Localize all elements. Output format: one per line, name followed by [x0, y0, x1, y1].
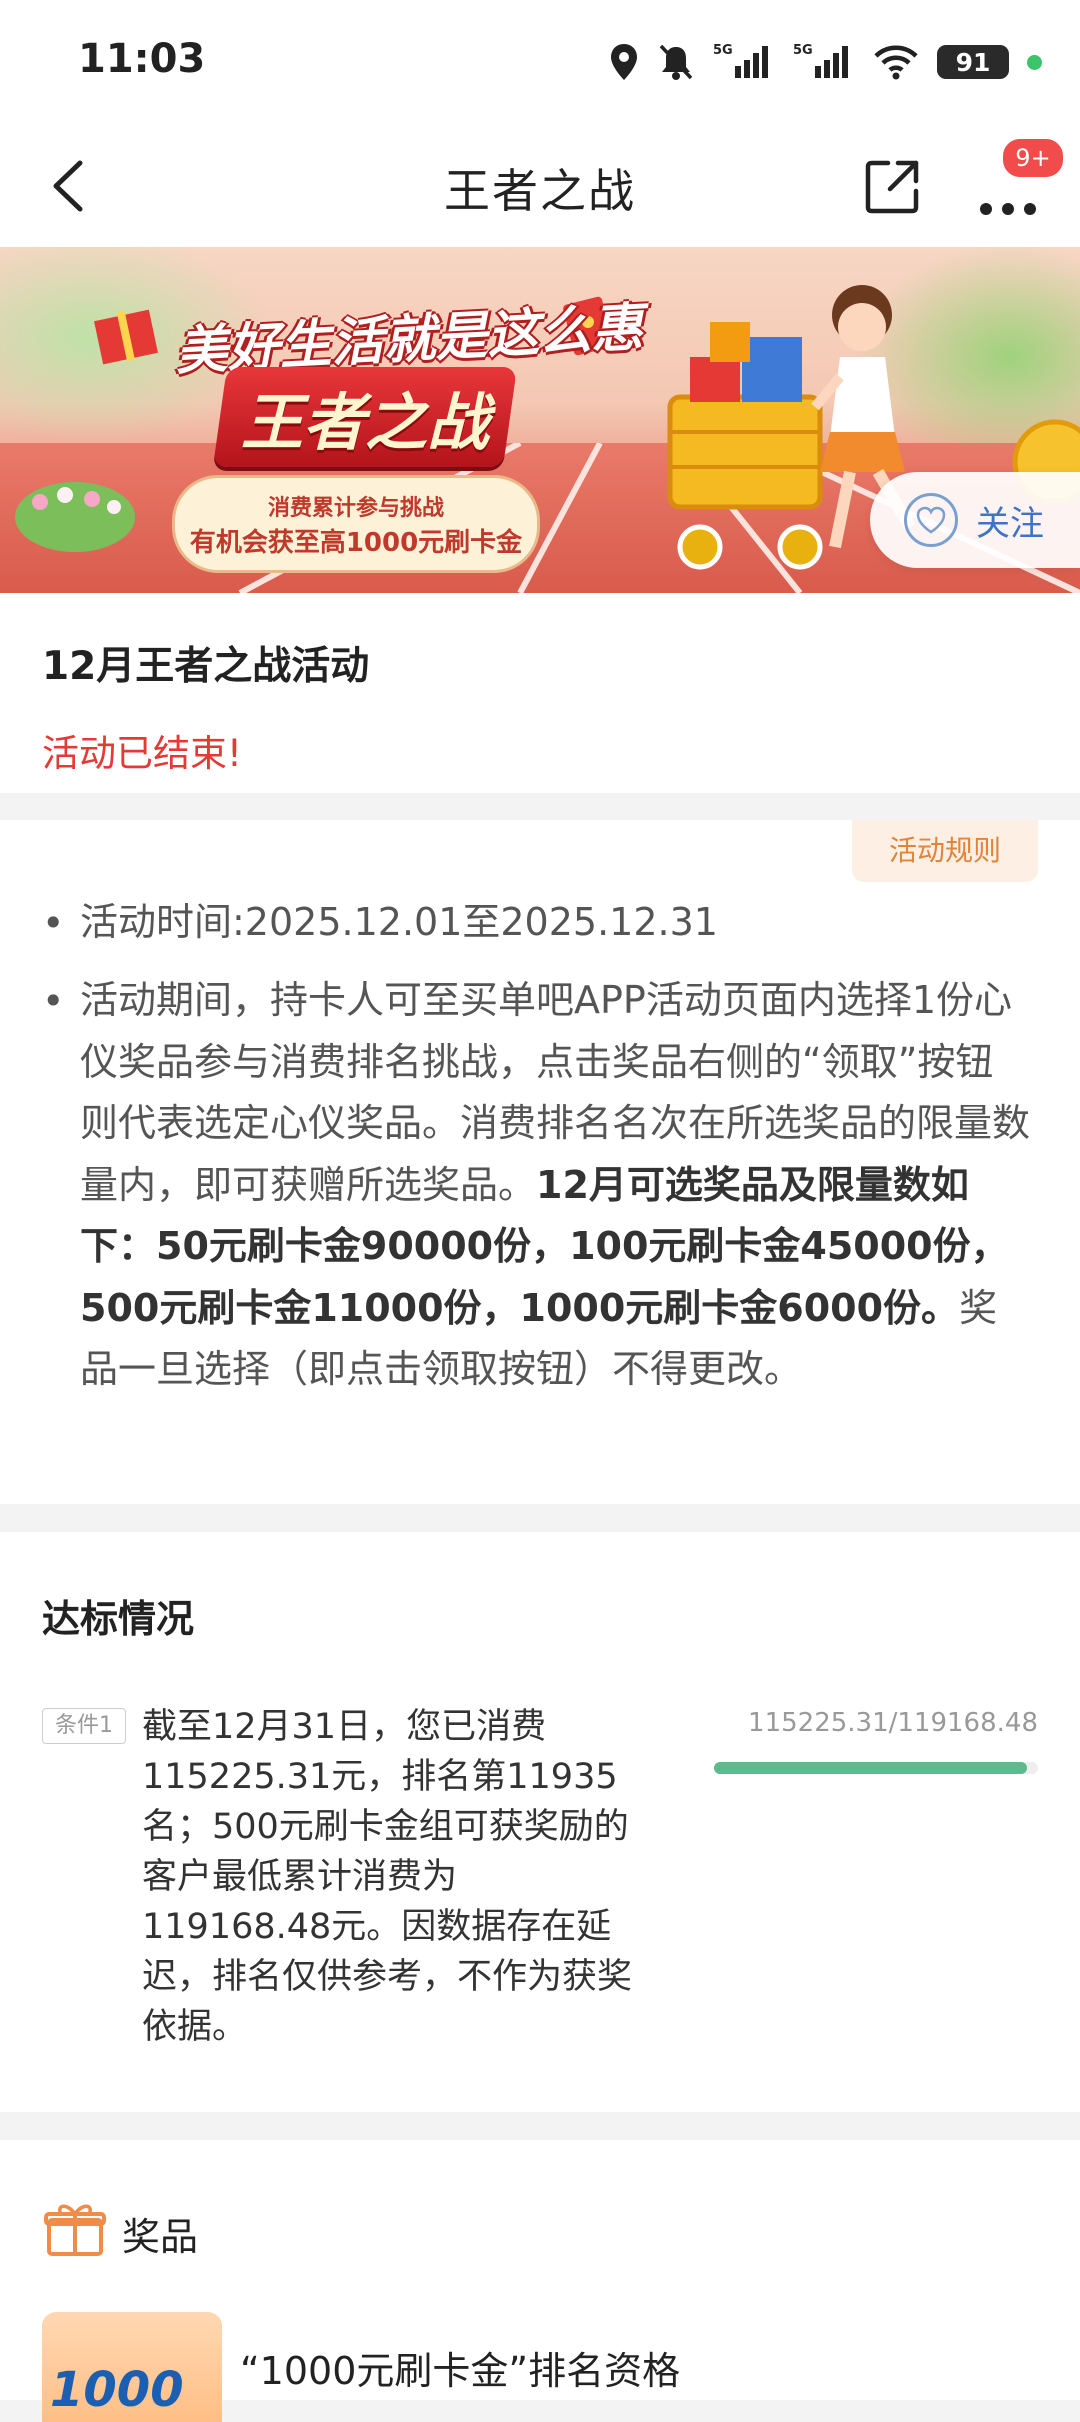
- nav-bar: 王者之战: [0, 125, 1080, 247]
- mute-icon: [657, 42, 695, 82]
- svg-text:5G: 5G: [713, 43, 733, 58]
- prize-thumbnail-text: 1000元: [50, 2362, 184, 2418]
- banner-subtitle: 消费累计参与挑战 有机会获至高1000元刷卡金: [172, 475, 540, 573]
- share-button[interactable]: [858, 151, 928, 221]
- bullet-dot: •: [42, 901, 65, 945]
- prize-item-name[interactable]: “1000元刷卡金”排名资格: [240, 2340, 680, 2395]
- rules-tab-button[interactable]: 活动规则: [852, 820, 1038, 882]
- condition-tag: 条件1: [42, 1708, 126, 1744]
- battery-indicator: 91: [937, 45, 1009, 79]
- progress-label: 115225.31/119168.48: [748, 1708, 1038, 1738]
- rules-card: 活动规则 • 活动时间:2025.12.01至2025.12.31 • 活动期间…: [0, 820, 1080, 1504]
- notification-badge: 9+: [1001, 137, 1065, 179]
- activity-header-card: 12月王者之战活动 活动已结束!: [0, 593, 1080, 793]
- svg-text:5G: 5G: [793, 43, 813, 58]
- progress-fill: [714, 1762, 1028, 1774]
- wifi-icon: [873, 42, 919, 82]
- qualification-card: 达标情况 条件1 截至12月31日，您已消费115225.31元，排名第1193…: [0, 1532, 1080, 2112]
- banner-sub-line2: 有机会获至高1000元刷卡金: [189, 527, 523, 558]
- activity-time-text: 活动时间:2025.12.01至2025.12.31: [80, 900, 718, 944]
- activity-title: 12月王者之战活动: [42, 644, 370, 689]
- gift-box-icon: [94, 309, 158, 365]
- privacy-indicator-dot: [1027, 54, 1042, 70]
- follow-label: 关注: [976, 503, 1044, 544]
- prizes-title: 奖品: [122, 2215, 199, 2259]
- banner-sub-line1: 消费累计参与挑战: [267, 495, 444, 521]
- progress-bar: [714, 1762, 1038, 1774]
- banner-main-title: 王者之战: [212, 367, 518, 467]
- 5g-signal-icon: 5G: [713, 42, 775, 82]
- flower-bush-icon: [15, 482, 135, 552]
- gift-icon: [44, 2204, 106, 2256]
- heart-icon: [904, 493, 958, 547]
- 5g-signal-icon: 5G: [793, 42, 855, 82]
- activity-description: 活动期间，持卡人可至买单吧APP活动页面内选择1份心仪奖品参与消费排名挑战，点击…: [80, 970, 1030, 1401]
- prize-thumbnail[interactable]: 1000元: [42, 2312, 222, 2422]
- follow-button[interactable]: 关注: [870, 472, 1080, 568]
- qualification-title: 达标情况: [42, 1597, 195, 1641]
- banner-main-title-text: 王者之战: [240, 386, 489, 459]
- status-bar: 11:03 5G 5G 91: [0, 0, 1080, 125]
- activity-status: 活动已结束!: [42, 732, 242, 775]
- bullet-dot: •: [42, 979, 65, 1023]
- condition-text: 截至12月31日，您已消费115225.31元，排名第11935名；500元刷卡…: [142, 1707, 633, 2047]
- status-icons: 5G 5G 91: [609, 40, 1042, 84]
- location-icon: [609, 42, 639, 82]
- share-icon: [865, 160, 919, 214]
- status-time: 11:03: [78, 36, 206, 82]
